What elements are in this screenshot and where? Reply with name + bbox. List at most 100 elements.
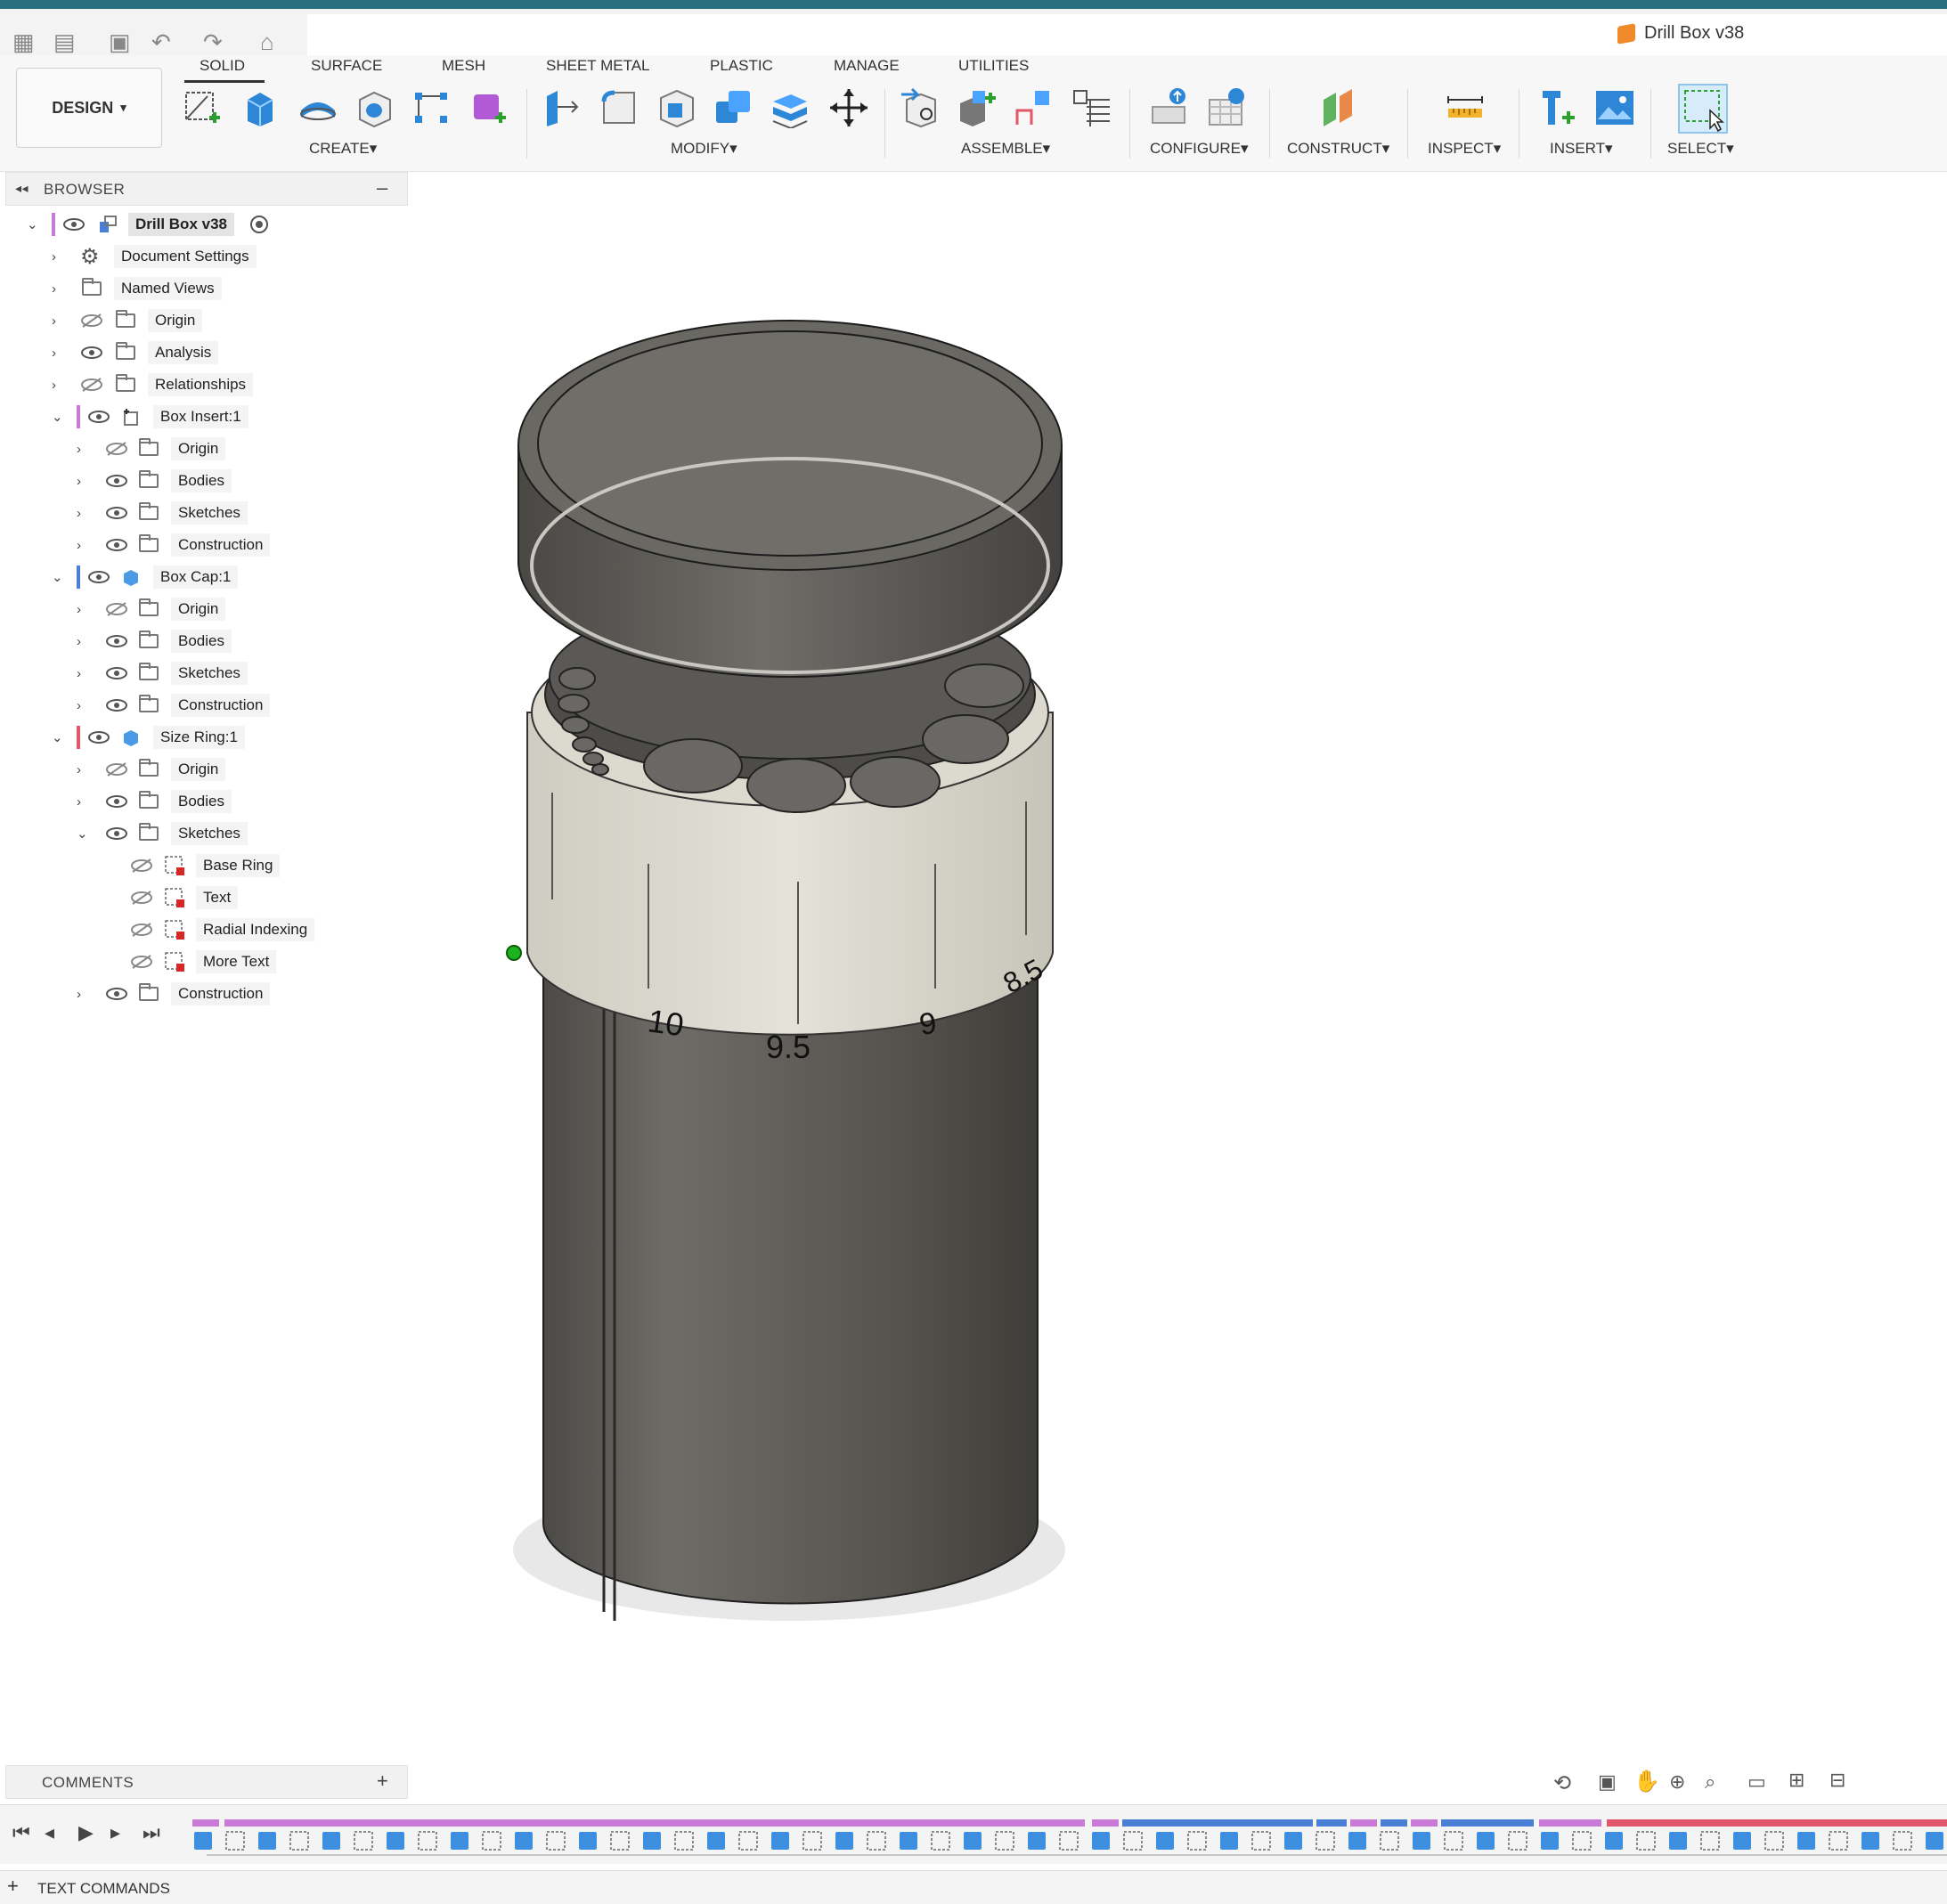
fit-icon[interactable]: ⌕: [1705, 1770, 1715, 1794]
tab-sheet-metal[interactable]: SHEET METAL: [546, 57, 650, 75]
eye-icon[interactable]: [105, 474, 128, 488]
eye-icon[interactable]: [87, 730, 110, 745]
tree-item-named-views[interactable]: › Named Views: [0, 274, 410, 303]
go-to-end-icon[interactable]: ⏭: [143, 1821, 160, 1844]
chevron-right-icon[interactable]: ›: [52, 281, 56, 297]
add-comment-button[interactable]: +: [377, 1770, 388, 1793]
save-icon[interactable]: ▣: [109, 28, 131, 56]
zoom-icon[interactable]: ⊕: [1669, 1770, 1685, 1794]
tree-item-sketches[interactable]: › Sketches: [0, 499, 410, 527]
tab-mesh[interactable]: MESH: [442, 57, 485, 75]
chevron-right-icon[interactable]: ›: [77, 698, 81, 713]
insert-canvas-icon[interactable]: [1594, 87, 1635, 128]
new-component-icon[interactable]: [900, 87, 941, 128]
eye-hidden-icon[interactable]: [105, 762, 128, 777]
chevron-down-icon[interactable]: ⌄: [52, 409, 63, 425]
revolve-icon[interactable]: [297, 87, 338, 128]
chevron-right-icon[interactable]: ›: [77, 602, 81, 617]
file-menu-icon[interactable]: ▤: [53, 28, 76, 56]
tree-item-origin[interactable]: › Origin: [0, 755, 410, 784]
chevron-right-icon[interactable]: ›: [77, 634, 81, 649]
offset-plane-icon[interactable]: [1318, 87, 1359, 128]
tab-plastic[interactable]: PLASTIC: [710, 57, 773, 75]
activate-radio-icon[interactable]: [249, 215, 269, 234]
workspace-switcher[interactable]: DESIGN ▾: [16, 68, 162, 148]
eye-hidden-icon[interactable]: [130, 891, 153, 905]
tab-surface[interactable]: SURFACE: [311, 57, 382, 75]
combine-icon[interactable]: [713, 87, 754, 128]
tree-sketch-radial-indexing[interactable]: Radial Indexing: [0, 915, 410, 944]
home-icon[interactable]: ⌂: [260, 28, 274, 56]
eye-icon[interactable]: [105, 506, 128, 520]
chevron-right-icon[interactable]: ›: [52, 313, 56, 329]
chevron-right-icon[interactable]: ›: [77, 794, 81, 810]
eye-icon[interactable]: [105, 666, 128, 680]
group-construct[interactable]: CONSTRUCT▾: [1287, 140, 1389, 158]
tree-sketch-text[interactable]: Text: [0, 883, 410, 912]
group-configure[interactable]: CONFIGURE▾: [1150, 140, 1249, 158]
timeline-features[interactable]: [191, 1810, 1947, 1860]
text-commands-bar[interactable]: + TEXT COMMANDS: [0, 1870, 1947, 1904]
tree-item-origin[interactable]: › Origin: [0, 435, 410, 463]
configure-table-icon[interactable]: [1149, 87, 1190, 128]
eye-icon[interactable]: [105, 987, 128, 1001]
tree-item-bodies[interactable]: › Bodies: [0, 627, 410, 655]
create-sketch-icon[interactable]: [183, 87, 224, 128]
chevron-right-icon[interactable]: ›: [52, 346, 56, 361]
group-inspect[interactable]: INSPECT▾: [1428, 140, 1501, 158]
chevron-right-icon[interactable]: ›: [77, 538, 81, 553]
tree-item-relationships[interactable]: › Relationships: [0, 370, 410, 399]
chevron-down-icon[interactable]: ⌄: [27, 216, 38, 232]
eye-hidden-icon[interactable]: [105, 442, 128, 456]
joint-icon[interactable]: [957, 87, 998, 128]
chevron-right-icon[interactable]: ›: [77, 666, 81, 681]
chevron-right-icon[interactable]: ›: [77, 987, 81, 1002]
step-forward-icon[interactable]: ▸: [110, 1821, 120, 1844]
select-window-icon[interactable]: [1678, 84, 1728, 134]
move-copy-icon[interactable]: [828, 87, 869, 128]
chevron-right-icon[interactable]: ›: [77, 762, 81, 777]
eye-hidden-icon[interactable]: [130, 858, 153, 873]
tree-item-construction[interactable]: › Construction: [0, 691, 410, 720]
configure-parameters-icon[interactable]: [1206, 87, 1247, 128]
bill-of-materials-icon[interactable]: [1071, 87, 1112, 128]
eye-icon[interactable]: [105, 698, 128, 712]
go-to-start-icon[interactable]: ⏮: [12, 1821, 30, 1844]
viewport-model[interactable]: 10 9.5 9 8.5: [499, 294, 1087, 1701]
chevron-right-icon[interactable]: ›: [52, 378, 56, 393]
tree-root[interactable]: ⌄ Drill Box v38: [0, 210, 410, 239]
eye-icon[interactable]: [80, 346, 103, 360]
insert-mcmaster-icon[interactable]: [1537, 87, 1578, 128]
eye-hidden-icon[interactable]: [80, 378, 103, 392]
group-create[interactable]: CREATE▾: [309, 140, 377, 158]
hole-icon[interactable]: [354, 87, 395, 128]
chevron-right-icon[interactable]: ›: [77, 506, 81, 521]
tree-item-sketches[interactable]: › Sketches: [0, 659, 410, 688]
expand-text-commands-icon[interactable]: +: [7, 1875, 19, 1898]
eye-hidden-icon[interactable]: [80, 313, 103, 328]
tree-sketch-more-text[interactable]: More Text: [0, 948, 410, 976]
eye-icon[interactable]: [105, 538, 128, 552]
step-back-icon[interactable]: ◂: [45, 1821, 54, 1844]
display-settings-icon[interactable]: ▭: [1747, 1770, 1766, 1794]
document-title[interactable]: Drill Box v38: [1644, 23, 1744, 44]
tree-item-origin[interactable]: › Origin: [0, 306, 410, 335]
shell-icon[interactable]: [656, 87, 697, 128]
group-select[interactable]: SELECT▾: [1667, 140, 1734, 158]
tree-item-construction[interactable]: › Construction: [0, 531, 410, 559]
offset-face-icon[interactable]: [770, 87, 811, 128]
chevron-right-icon[interactable]: ›: [52, 249, 56, 264]
measure-icon[interactable]: [1445, 87, 1486, 128]
viewports-icon[interactable]: ⊟: [1829, 1769, 1845, 1792]
chevron-down-icon[interactable]: ⌄: [52, 569, 63, 585]
eye-hidden-icon[interactable]: [130, 955, 153, 969]
eye-icon[interactable]: [87, 410, 110, 424]
undo-icon[interactable]: ↶: [151, 28, 171, 56]
pan-hand-icon[interactable]: ✋: [1633, 1769, 1660, 1794]
press-pull-icon[interactable]: [542, 87, 582, 128]
tab-manage[interactable]: MANAGE: [834, 57, 900, 75]
tree-sketch-base-ring[interactable]: Base Ring: [0, 851, 410, 880]
eye-icon[interactable]: [62, 217, 86, 232]
tree-component-box-cap[interactable]: ⌄ Box Cap:1: [0, 563, 410, 591]
tree-item-analysis[interactable]: › Analysis: [0, 338, 410, 367]
